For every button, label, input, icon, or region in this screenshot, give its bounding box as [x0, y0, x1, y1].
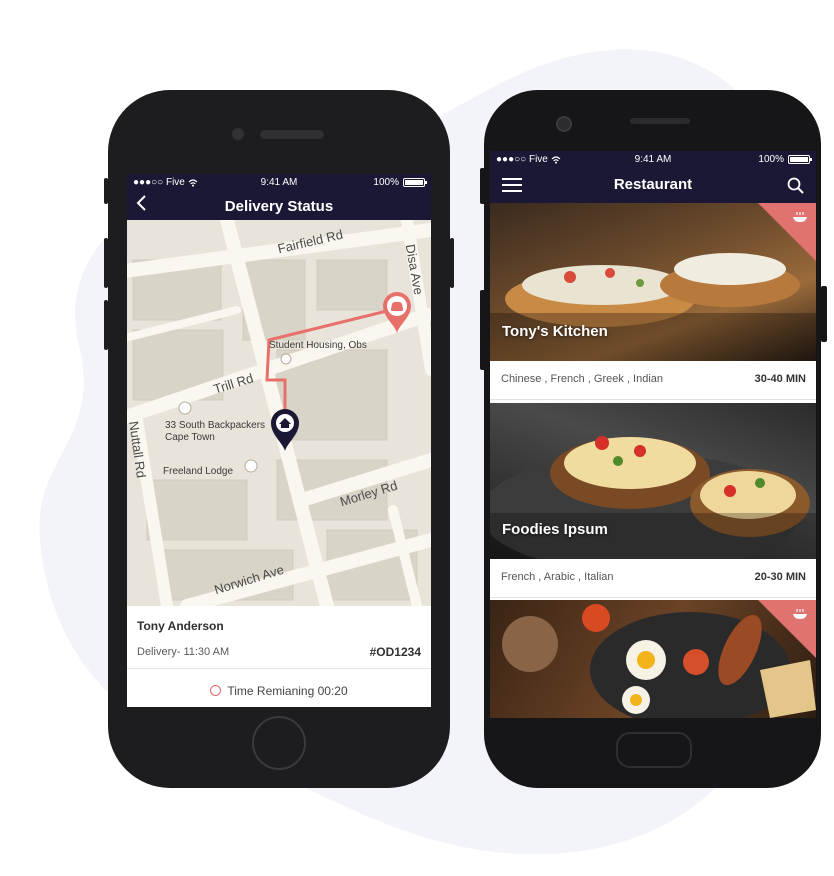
front-camera	[232, 128, 244, 140]
place-label: Cape Town	[165, 432, 215, 443]
place-label: Freeland Lodge	[163, 466, 234, 477]
divider	[127, 668, 431, 669]
page-title: Delivery Status	[224, 198, 334, 215]
cuisine-list: Chinese , French , Greek , Indian	[501, 373, 664, 385]
restaurant-info-row[interactable]: French , Arabic , Italian 20-30 MIN	[490, 559, 816, 598]
order-id: #OD1234	[369, 645, 421, 659]
restaurant-card-image[interactable]: Foodies Ipsum	[490, 403, 816, 559]
delivery-info-card: Tony Anderson Delivery- 11:30 AM #OD1234…	[127, 606, 431, 707]
home-button[interactable]	[252, 716, 306, 770]
place-label: Student Housing, Obs	[269, 340, 367, 351]
place-label: 33 South Backpackers	[165, 420, 266, 431]
battery-icon	[403, 178, 427, 187]
time-remaining: Time Remianing 00:20	[127, 684, 431, 698]
page-title: Restaurant	[613, 176, 693, 193]
delivery-time: Delivery- 11:30 AM	[137, 646, 230, 658]
search-icon[interactable]	[787, 177, 804, 194]
restaurant-navbar: Restaurant	[490, 169, 816, 203]
delivery-eta: 20-30 MIN	[754, 571, 806, 583]
earpiece-speaker	[260, 130, 324, 139]
earpiece-speaker	[630, 118, 690, 124]
delivery-map[interactable]: Fairfield Rd Disa Ave Trill Rd Nuttall R…	[127, 220, 431, 606]
restaurant-card-image[interactable]: Tony's Kitchen	[490, 203, 816, 361]
dish-icon	[793, 609, 807, 619]
front-camera	[556, 116, 572, 132]
car-pin-icon[interactable]	[381, 290, 413, 334]
delivery-navbar: Delivery Status	[127, 192, 431, 220]
status-bar: ●●●○○ Five 9:41 AM 100%	[127, 174, 431, 192]
time-remaining-label: Time Remianing 00:20	[227, 684, 348, 698]
power-button	[450, 238, 454, 288]
clock-icon	[210, 685, 222, 696]
battery-icon	[788, 155, 812, 164]
status-bar: ●●●○○ Five 9:41 AM 100%	[490, 151, 816, 169]
cuisine-list: French , Arabic , Italian	[501, 571, 614, 583]
phone-delivery: ●●●○○ Five 9:41 AM 100% Delivery Status	[108, 90, 450, 788]
home-button[interactable]	[616, 732, 692, 768]
battery-percent: 100%	[758, 154, 784, 165]
restaurant-screen: ●●●○○ Five 9:41 AM 100% Restaurant Tony'…	[490, 151, 816, 718]
restaurant-name: Foodies Ipsum	[502, 521, 608, 538]
restaurant-card-image[interactable]	[490, 600, 816, 718]
dish-icon	[793, 212, 807, 222]
restaurant-name: Tony's Kitchen	[502, 323, 608, 340]
delivery-eta: 30-40 MIN	[754, 373, 806, 385]
battery-percent: 100%	[373, 177, 399, 188]
delivery-screen: ●●●○○ Five 9:41 AM 100% Delivery Status	[127, 174, 431, 707]
restaurant-info-row[interactable]: Chinese , French , Greek , Indian 30-40 …	[490, 361, 816, 400]
phone-restaurant: ●●●○○ Five 9:41 AM 100% Restaurant Tony'…	[484, 90, 821, 788]
power-button	[821, 286, 827, 342]
home-pin-icon[interactable]	[269, 406, 301, 452]
customer-name: Tony Anderson	[137, 619, 224, 633]
